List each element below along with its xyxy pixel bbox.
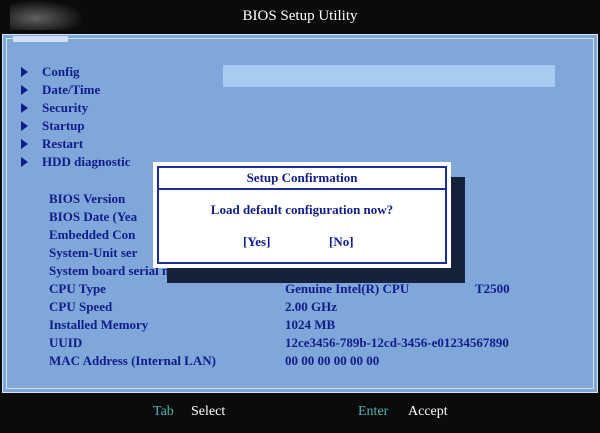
info-label: CPU Type bbox=[49, 281, 106, 296]
menu-item-label: Date/Time bbox=[42, 82, 101, 97]
menu-item-hdd-diagnostic[interactable]: HDD diagnostic bbox=[21, 153, 130, 171]
info-value: 00 00 00 00 00 00 bbox=[285, 353, 380, 368]
arrow-right-icon bbox=[21, 103, 28, 114]
menu-item-label: Restart bbox=[42, 136, 84, 151]
menu-item-label: Startup bbox=[42, 118, 85, 133]
arrow-right-icon bbox=[21, 139, 28, 150]
dialog-title: Setup Confirmation bbox=[159, 168, 445, 190]
info-label: CPU Speed bbox=[49, 299, 113, 314]
key-help-bar: Tab Select Enter Accept bbox=[0, 394, 600, 433]
title-bar: BIOS Setup Utility bbox=[0, 0, 600, 34]
selection-highlight bbox=[223, 65, 555, 87]
menu-item-label: Security bbox=[42, 100, 89, 115]
menu-item-date-time[interactable]: Date/Time bbox=[21, 81, 130, 99]
no-button[interactable]: [No] bbox=[329, 234, 354, 250]
dialog-message: Load default configuration now? bbox=[210, 202, 394, 217]
info-value: 2.00 GHz bbox=[285, 299, 337, 314]
info-label: MAC Address (Internal LAN) bbox=[49, 353, 216, 368]
menu-item-startup[interactable]: Startup bbox=[21, 117, 130, 135]
info-label: UUID bbox=[49, 335, 83, 350]
arrow-right-icon bbox=[21, 67, 28, 78]
key-hint-tab: Tab bbox=[153, 404, 174, 419]
info-row-installed-memory: Installed Memory 1024 MB bbox=[49, 316, 569, 334]
window-title: BIOS Setup Utility bbox=[242, 8, 358, 24]
key-desc-select: Select bbox=[191, 404, 226, 419]
key-hint-enter: Enter bbox=[358, 404, 389, 419]
info-label: Installed Memory bbox=[49, 317, 149, 332]
menu-item-label: HDD diagnostic bbox=[42, 154, 131, 169]
menu-item-restart[interactable]: Restart bbox=[21, 135, 130, 153]
info-label: Embedded Con bbox=[49, 227, 136, 242]
menu-item-security[interactable]: Security bbox=[21, 99, 130, 117]
menu-item-label: Config bbox=[42, 64, 80, 79]
info-row-uuid: UUID 12ce3456-789b-12cd-3456-e01234567890 bbox=[49, 334, 569, 352]
bios-screen: BIOS Setup Utility Config Date/Time Secu… bbox=[0, 0, 600, 433]
setup-confirmation-dialog: Setup Confirmation Load default configur… bbox=[153, 162, 451, 268]
cpu-model: T2500 bbox=[475, 281, 510, 296]
info-label: System-Unit ser bbox=[49, 245, 138, 260]
key-desc-accept: Accept bbox=[408, 404, 448, 419]
arrow-right-icon bbox=[21, 85, 28, 96]
info-label: BIOS Version bbox=[49, 191, 126, 206]
dialog-frame: Setup Confirmation Load default configur… bbox=[157, 166, 447, 264]
arrow-right-icon bbox=[21, 121, 28, 132]
info-label: BIOS Date (Yea bbox=[49, 209, 138, 224]
info-value: 12ce3456-789b-12cd-3456-e01234567890 bbox=[285, 335, 509, 350]
arrow-right-icon bbox=[21, 157, 28, 168]
menu-item-config[interactable]: Config bbox=[21, 63, 130, 81]
main-menu: Config Date/Time Security Startup Restar… bbox=[21, 63, 130, 171]
yes-button[interactable]: [Yes] bbox=[243, 234, 270, 250]
info-row-cpu-speed: CPU Speed 2.00 GHz bbox=[49, 298, 569, 316]
tab-strip bbox=[13, 36, 68, 42]
info-row-mac-address: MAC Address (Internal LAN) 00 00 00 00 00… bbox=[49, 352, 569, 370]
info-value: 1024 MB bbox=[285, 317, 336, 332]
